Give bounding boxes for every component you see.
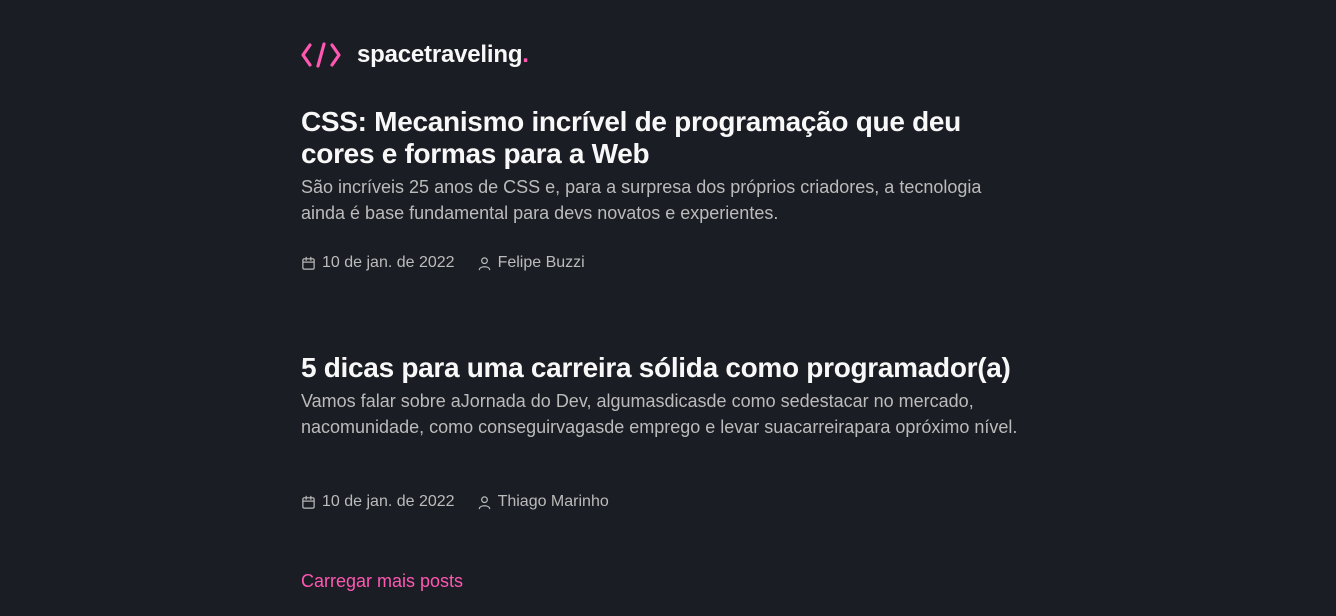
post-subtitle: Vamos falar sobre aJornada do Dev, algum… xyxy=(301,391,1018,437)
user-icon xyxy=(478,256,490,270)
post-date: 10 de jan. de 2022 xyxy=(301,493,455,511)
post-author-text: Thiago Marinho xyxy=(497,493,609,510)
brand-name[interactable]: spacetraveling xyxy=(357,41,522,69)
post-author-text: Felipe Buzzi xyxy=(497,254,585,271)
post-title[interactable]: 5 dicas para uma carreira sólida como pr… xyxy=(301,352,1041,384)
post-item[interactable]: CSS: Mecanismo incrível de programação q… xyxy=(301,106,1041,226)
post-subtitle: São incríveis 25 anos de CSS e, para a s… xyxy=(301,177,982,223)
load-more-button[interactable]: Carregar mais posts xyxy=(301,571,463,592)
post-date-text: 10 de jan. de 2022 xyxy=(322,254,455,271)
post-meta: 10 de jan. de 2022 Felipe Buzzi xyxy=(301,254,607,272)
post-author: Felipe Buzzi xyxy=(477,254,585,272)
calendar-icon xyxy=(302,256,315,270)
post-date: 10 de jan. de 2022 xyxy=(301,254,455,272)
post-author: Thiago Marinho xyxy=(477,493,609,511)
site-header: spacetraveling. xyxy=(301,40,529,70)
post-title[interactable]: CSS: Mecanismo incrível de programação q… xyxy=(301,106,1041,170)
brand-dot: . xyxy=(522,41,529,68)
post-item[interactable]: 5 dicas para uma carreira sólida como pr… xyxy=(301,352,1041,440)
post-meta: 10 de jan. de 2022 Thiago Marinho xyxy=(301,493,631,511)
user-icon xyxy=(478,495,490,509)
code-brackets-icon[interactable] xyxy=(301,42,341,68)
calendar-icon xyxy=(302,495,315,509)
post-date-text: 10 de jan. de 2022 xyxy=(322,493,455,510)
